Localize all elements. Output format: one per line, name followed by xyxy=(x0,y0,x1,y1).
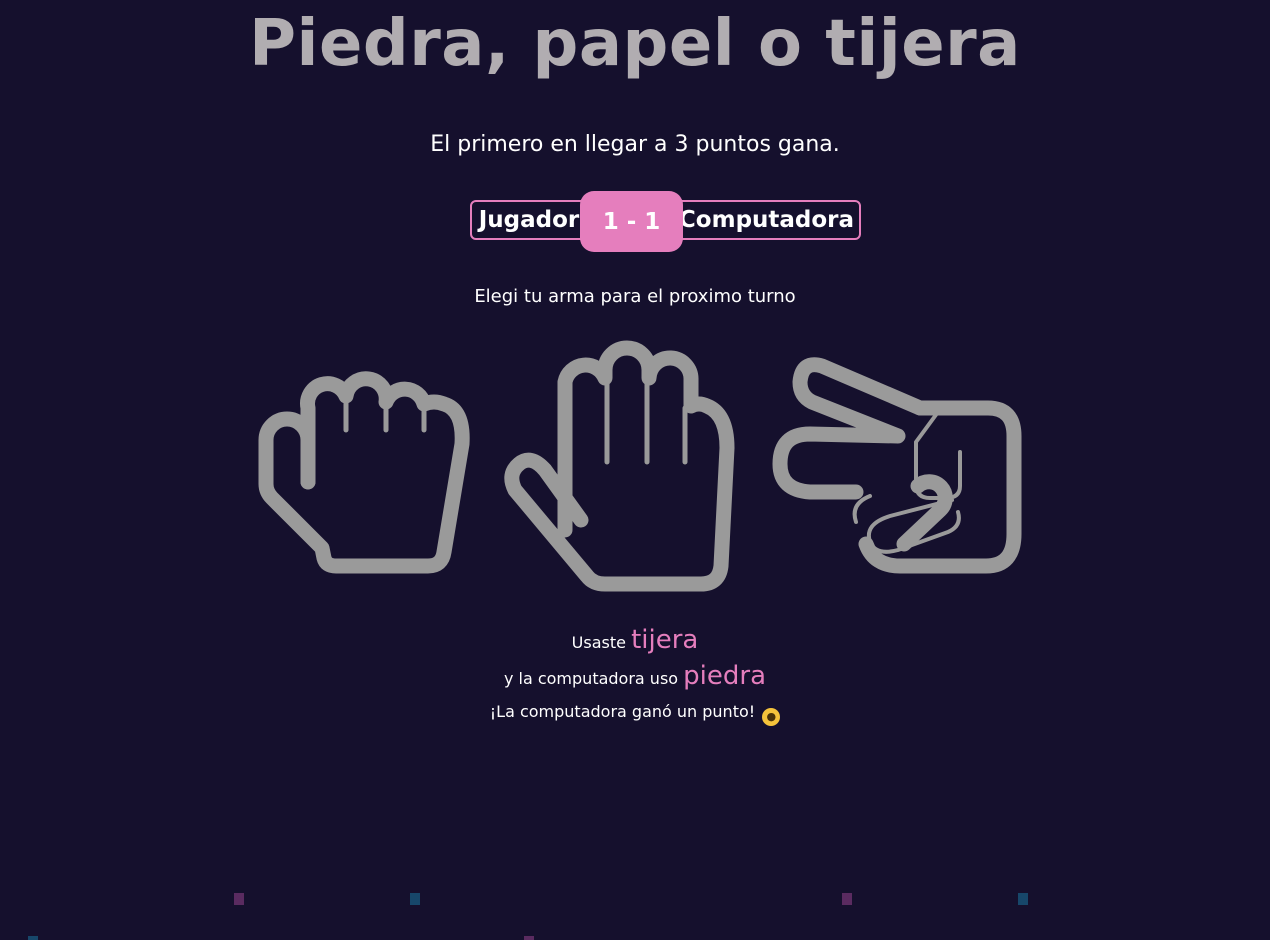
scoreboard: Jugador 1 - 1 Computadora xyxy=(470,191,862,252)
computer-choice-line: y la computadora uso piedra xyxy=(0,658,1270,697)
round-outcome: ¡La computadora ganó un punto! xyxy=(489,702,756,721)
scissors-hand-icon xyxy=(772,357,1022,574)
player-choice-prefix: Usaste xyxy=(571,633,626,652)
computer-label: Computadora xyxy=(666,200,861,240)
confetti-piece xyxy=(524,936,534,940)
crying-face-icon: ● xyxy=(762,708,781,726)
score-display: 1 - 1 xyxy=(580,191,683,252)
confetti-piece xyxy=(28,936,38,940)
turn-prompt: Elegi tu arma para el proximo turno xyxy=(474,286,796,307)
confetti-piece xyxy=(234,893,244,905)
computer-choice: piedra xyxy=(683,661,767,691)
scissors-button[interactable] xyxy=(770,356,1024,574)
paper-button[interactable] xyxy=(504,340,737,592)
player-choice-line: Usaste tijera xyxy=(0,622,1270,661)
rock-hand-icon xyxy=(258,371,470,574)
round-outcome-line: ¡La computadora ganó un punto! ● xyxy=(0,700,1270,726)
player-label: Jugador xyxy=(470,200,594,240)
player-choice: tijera xyxy=(631,625,699,655)
confetti-piece xyxy=(842,893,852,905)
page-title: Piedra, papel o tijera xyxy=(249,7,1021,81)
rock-button[interactable] xyxy=(256,371,474,574)
computer-choice-prefix: y la computadora uso xyxy=(503,669,679,688)
paper-hand-icon xyxy=(504,340,735,592)
confetti-piece xyxy=(410,893,420,905)
confetti-piece xyxy=(1018,893,1028,905)
game-rules: El primero en llegar a 3 puntos gana. xyxy=(430,132,840,157)
